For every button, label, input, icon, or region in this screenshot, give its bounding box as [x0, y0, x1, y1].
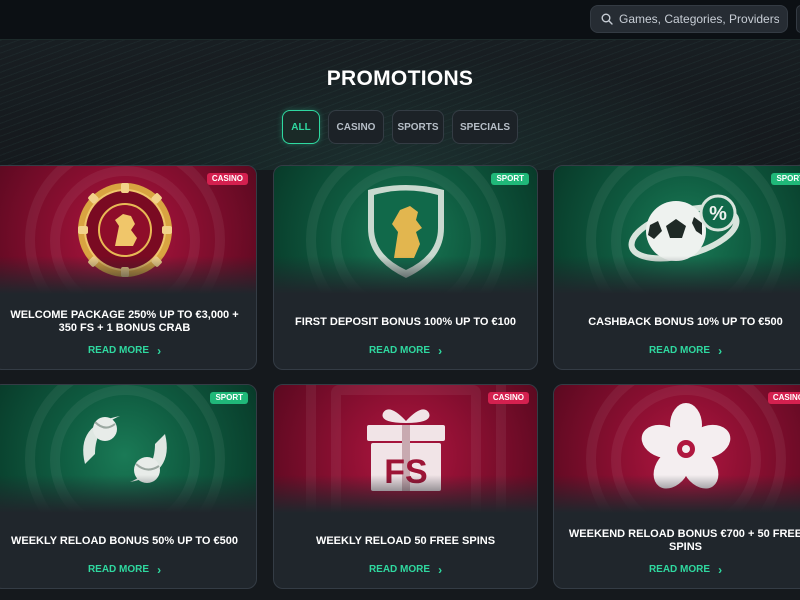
promo-title: WEEKLY RELOAD BONUS 50% UP TO €500 [11, 534, 238, 547]
search-box[interactable] [590, 5, 788, 33]
chevron-right-icon: › [718, 343, 723, 358]
promo-title: FIRST DEPOSIT BONUS 100% UP TO €100 [295, 315, 516, 328]
promo-card-weekend-reload[interactable]: CASINO WEEKEND RELOAD BONUS €700 + 50 FR… [553, 384, 800, 589]
promo-title: WEEKLY RELOAD 50 FREE SPINS [315, 534, 496, 547]
category-badge: SPORT [210, 392, 248, 404]
svg-text:%: % [709, 203, 727, 225]
promo-card-welcome-package[interactable]: CASINO WELCOME PACKAGE 250% UP TO €3,000… [0, 165, 257, 370]
hero-background [0, 40, 800, 170]
chevron-right-icon: › [157, 562, 162, 577]
promo-image: % [554, 166, 800, 294]
category-badge: CASINO [206, 173, 248, 185]
category-badge: CASINO [487, 392, 529, 404]
read-more-label: READ MORE [87, 564, 150, 575]
filter-tab-casino[interactable]: CASINO [328, 110, 384, 144]
read-more-link[interactable]: READ MORE › [0, 562, 256, 577]
chevron-right-icon: › [157, 343, 162, 358]
search-icon [601, 13, 613, 25]
read-more-label: READ MORE [368, 345, 431, 356]
read-more-link[interactable]: READ MORE › [554, 562, 800, 577]
chevron-right-icon: › [438, 562, 443, 577]
promo-card-cashback[interactable]: % SPORT CASHBACK BONUS 10% UP TO €500 RE… [553, 165, 800, 370]
read-more-link[interactable]: READ MORE › [554, 343, 800, 358]
read-more-label: READ MORE [648, 345, 711, 356]
top-bar [0, 0, 800, 40]
read-more-link[interactable]: READ MORE › [274, 343, 537, 358]
promo-card-weekly-free-spins[interactable]: FS CASINO WEEKLY RELOAD 50 FREE SPINS RE… [273, 384, 538, 589]
filter-tab-sports[interactable]: SPORTS [392, 110, 444, 144]
promo-title: WELCOME PACKAGE 250% UP TO €3,000 + 350 … [10, 309, 239, 334]
read-more-label: READ MORE [368, 564, 431, 575]
read-more-label: READ MORE [87, 345, 150, 356]
promo-card-weekly-reload-bonus[interactable]: SPORT WEEKLY RELOAD BONUS 50% UP TO €500… [0, 384, 257, 589]
filter-tab-specials[interactable]: SPECIALS [452, 110, 518, 144]
header-button[interactable] [796, 5, 800, 33]
read-more-label: READ MORE [648, 564, 711, 575]
promo-title: CASHBACK BONUS 10% UP TO €500 [588, 315, 783, 328]
promo-image [0, 385, 256, 513]
search-input[interactable] [619, 12, 779, 26]
read-more-link[interactable]: READ MORE › [274, 562, 537, 577]
promo-image [0, 166, 256, 294]
chevron-right-icon: › [718, 562, 723, 577]
filter-tabs: ALL CASINO SPORTS SPECIALS [0, 110, 800, 144]
promo-card-first-deposit[interactable]: SPORT FIRST DEPOSIT BONUS 100% UP TO €10… [273, 165, 538, 370]
category-badge: SPORT [491, 173, 529, 185]
category-badge: SPORT [771, 173, 800, 185]
promo-image: FS [274, 385, 537, 513]
read-more-link[interactable]: READ MORE › [0, 343, 256, 358]
promo-title: WEEKEND RELOAD BONUS €700 + 50 FREE SPIN… [568, 528, 800, 553]
promo-image [274, 166, 537, 294]
filter-tab-all[interactable]: ALL [282, 110, 320, 144]
chevron-right-icon: › [438, 343, 443, 358]
promo-image [554, 385, 800, 513]
category-badge: CASINO [767, 392, 800, 404]
page-title: PROMOTIONS [326, 67, 474, 90]
